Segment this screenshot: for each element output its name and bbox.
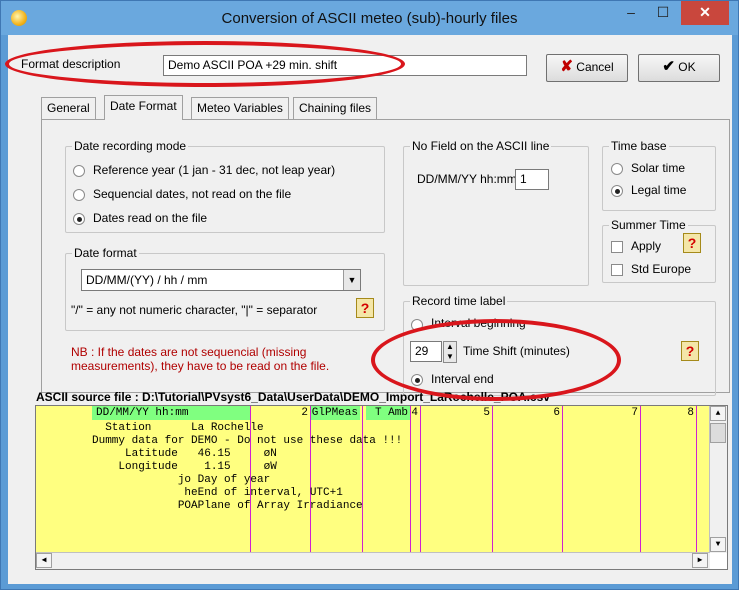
- cancel-button[interactable]: ✘ Cancel: [546, 54, 628, 82]
- scroll-down-icon[interactable]: ▼: [710, 537, 726, 552]
- field-on-line-group: No Field on the ASCII line: [403, 139, 589, 286]
- radio-reference-year[interactable]: [73, 165, 85, 177]
- row-number-column: [36, 406, 92, 553]
- option-dates-read: Dates read on the file: [93, 211, 208, 225]
- field-on-line-title: No Field on the ASCII line: [410, 139, 552, 153]
- tab-date-format[interactable]: Date Format: [104, 95, 183, 120]
- column-separator: [640, 406, 641, 553]
- ok-button[interactable]: ✔ OK: [638, 54, 720, 82]
- option-sequencial-dates: Sequencial dates, not read on the file: [93, 187, 292, 201]
- date-format-group: Date format: [65, 246, 385, 331]
- tab-meteo-variables[interactable]: Meteo Variables: [191, 97, 289, 119]
- radio-legal-time[interactable]: [611, 185, 623, 197]
- source-file-title: ASCII source file : D:\Tutorial\PVsyst6_…: [36, 390, 550, 404]
- column-separator: [410, 406, 411, 553]
- option-legal-time: Legal time: [631, 183, 687, 197]
- date-format-value: DD/MM/(YY) / hh / mm: [86, 273, 208, 287]
- field-date-label: DD/MM/YY hh:mm: [417, 172, 517, 186]
- scroll-right-icon[interactable]: ▶: [692, 553, 708, 568]
- header-col-4[interactable]: 4: [410, 406, 420, 420]
- time-shift-label: Time Shift (minutes): [463, 344, 570, 358]
- header-t-amb[interactable]: T Amb: [366, 406, 410, 420]
- radio-interval-end[interactable]: [411, 374, 423, 386]
- date-recording-title: Date recording mode: [72, 139, 189, 153]
- source-row: Latitude 46.15 øN: [92, 448, 277, 460]
- column-separator: [310, 406, 311, 553]
- std-europe-label: Std Europe: [631, 262, 692, 276]
- header-col-7[interactable]: 7: [562, 406, 640, 420]
- dialog-window: Conversion of ASCII meteo (sub)-hourly f…: [0, 0, 739, 590]
- column-separator: [492, 406, 493, 553]
- date-format-note: "/" = any not numeric character, "|" = s…: [71, 303, 318, 317]
- date-format-select[interactable]: DD/MM/(YY) / hh / mm ▼: [81, 269, 361, 291]
- format-description-label: Format description: [21, 57, 121, 71]
- scroll-thumb[interactable]: [710, 423, 726, 443]
- column-separator: [362, 406, 363, 553]
- column-separator: [420, 406, 421, 553]
- maximize-icon[interactable]: ☐: [647, 1, 679, 25]
- header-glpmeas[interactable]: GlPMeas: [310, 406, 360, 420]
- tab-general[interactable]: General: [41, 97, 96, 119]
- header-col-2[interactable]: 2: [250, 406, 310, 420]
- ok-check-icon: ✔: [662, 58, 675, 75]
- tab-chaining-files[interactable]: Chaining files: [293, 97, 378, 119]
- summer-time-help-button[interactable]: ?: [683, 233, 701, 253]
- record-time-help-button[interactable]: ?: [681, 341, 699, 361]
- title-bar: Conversion of ASCII meteo (sub)-hourly f…: [1, 1, 738, 35]
- radio-sequencial-dates[interactable]: [73, 189, 85, 201]
- header-col-6[interactable]: 6: [492, 406, 562, 420]
- record-time-title: Record time label: [410, 294, 508, 308]
- source-row: heEnd of interval, UTC+1: [92, 487, 343, 499]
- vertical-scrollbar[interactable]: ▲ ▼: [709, 406, 727, 553]
- chevron-down-icon[interactable]: ▼: [343, 270, 360, 290]
- horizontal-scrollbar[interactable]: ◀ ▶: [36, 552, 710, 569]
- date-format-title: Date format: [72, 246, 139, 260]
- ok-label: OK: [678, 60, 696, 74]
- scroll-left-icon[interactable]: ◀: [36, 553, 52, 568]
- source-grid[interactable]: DD/MM/YY hh:mm 2 GlPMeas T Amb 4 5 6 7 8…: [35, 405, 728, 570]
- time-base-group: Time base: [602, 139, 716, 211]
- source-row: Dummy data for DEMO - Do not use these d…: [92, 435, 403, 447]
- time-shift-input[interactable]: 29: [410, 341, 442, 362]
- cancel-label: Cancel: [576, 60, 614, 74]
- nb-note: NB : If the dates are not sequencial (mi…: [71, 345, 330, 373]
- summer-time-title: Summer Time: [609, 218, 688, 232]
- date-format-help-button[interactable]: ?: [356, 298, 374, 318]
- option-solar-time: Solar time: [631, 161, 686, 175]
- std-europe-checkbox[interactable]: [611, 264, 623, 276]
- format-description-input[interactable]: Demo ASCII POA +29 min. shift: [163, 55, 527, 76]
- minimize-icon[interactable]: –: [615, 1, 647, 25]
- source-row: Station La Rochelle: [92, 422, 264, 434]
- option-interval-beginning: Interval beginning: [431, 316, 526, 330]
- field-number-input[interactable]: 1: [515, 169, 549, 190]
- scroll-up-icon[interactable]: ▲: [710, 406, 726, 421]
- radio-interval-beginning[interactable]: [411, 319, 423, 331]
- close-icon[interactable]: ✕: [681, 1, 729, 25]
- column-separator: [562, 406, 563, 553]
- time-shift-spinner[interactable]: ▲ ▼: [443, 341, 457, 363]
- header-col-8[interactable]: 8: [640, 406, 696, 420]
- radio-dates-read[interactable]: [73, 213, 85, 225]
- source-row: Longitude 1.15 øW: [92, 461, 277, 473]
- header-col-5[interactable]: 5: [420, 406, 492, 420]
- option-interval-end: Interval end: [431, 372, 494, 386]
- option-reference-year: Reference year (1 jan - 31 dec, not leap…: [93, 163, 336, 177]
- time-base-title: Time base: [609, 139, 669, 153]
- apply-label: Apply: [631, 239, 662, 253]
- radio-solar-time[interactable]: [611, 163, 623, 175]
- header-date[interactable]: DD/MM/YY hh:mm: [92, 406, 250, 420]
- source-row: POAPlane of Array Irradiance: [92, 500, 363, 512]
- source-row: jo Day of year: [92, 474, 271, 486]
- cancel-x-icon: ✘: [560, 58, 573, 75]
- apply-checkbox[interactable]: [611, 241, 623, 253]
